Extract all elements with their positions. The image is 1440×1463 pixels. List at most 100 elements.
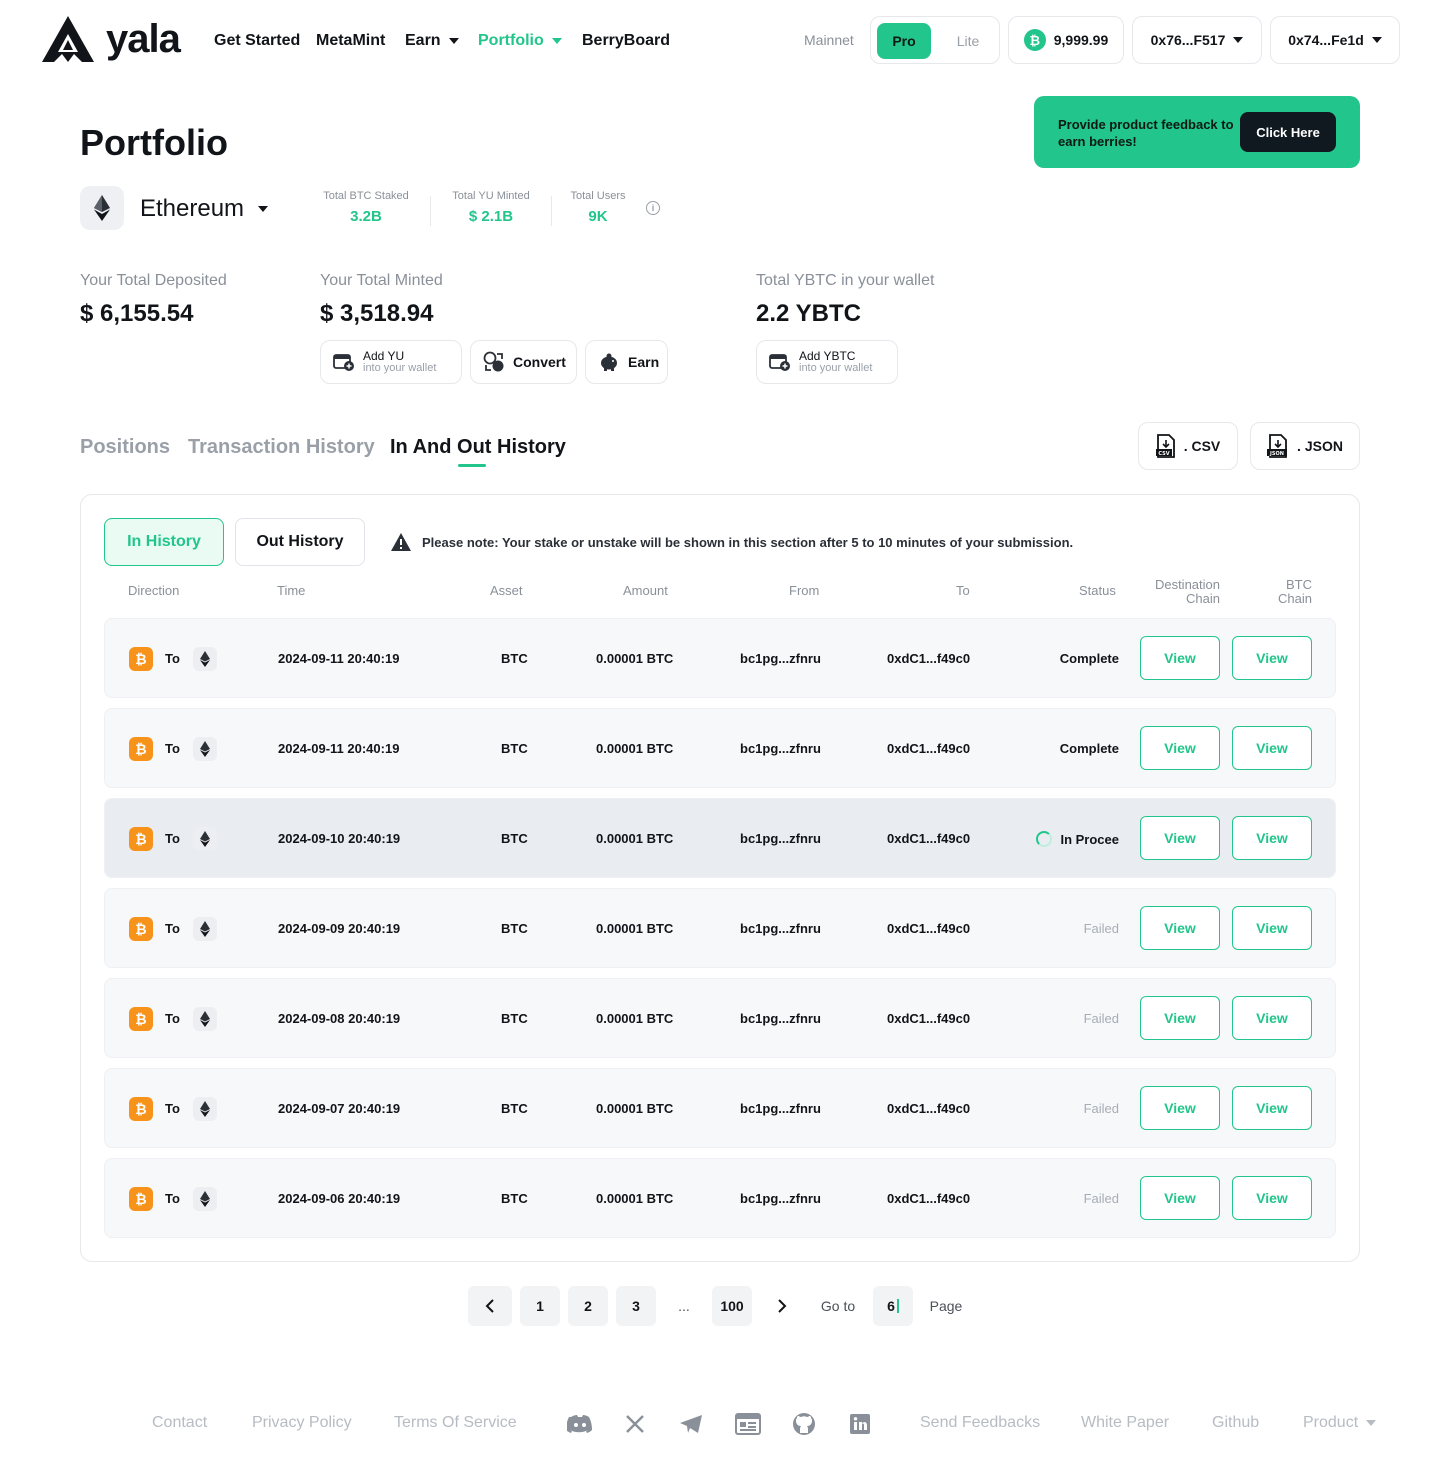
btc-balance[interactable]: ₿ 9,999.99: [1008, 16, 1124, 64]
github-icon[interactable]: [791, 1411, 817, 1437]
stake-notice: Please note: Your stake or unstake will …: [390, 532, 1073, 552]
brand-name: yala: [106, 16, 181, 61]
prev-page-button[interactable]: [468, 1286, 512, 1326]
tab-positions[interactable]: Positions: [80, 436, 170, 459]
chevron-left-icon: [485, 1299, 494, 1313]
direction-cell: To: [165, 1011, 180, 1026]
convert-button[interactable]: Convert: [470, 340, 577, 384]
to-cell: 0xdC1...f49c0: [887, 651, 971, 666]
btc-chain-view-button[interactable]: View: [1232, 726, 1312, 770]
to-cell: 0xdC1...f49c0: [887, 1101, 971, 1116]
page-button[interactable]: 1: [520, 1286, 560, 1326]
add-ybtc-button[interactable]: Add YBTC into your wallet: [756, 340, 898, 384]
table-row: ₿ To 2024-09-10 20:40:19 BTC 0.00001 BTC bc1p…: [104, 798, 1336, 878]
chevron-down-icon: [448, 38, 459, 44]
btc-wallet-dropdown[interactable]: 0x76...F517: [1132, 16, 1262, 64]
column-from: From: [789, 583, 820, 598]
feedback-banner: Provide product feedback to earn berries…: [1034, 96, 1360, 168]
next-page-button[interactable]: [762, 1286, 802, 1326]
btc-chain-view-button[interactable]: View: [1232, 906, 1312, 950]
destination-chain-view-button[interactable]: View: [1140, 1086, 1220, 1130]
nav-earn[interactable]: Earn: [405, 30, 459, 52]
yala-logo[interactable]: yala: [40, 14, 181, 64]
btc-chain-view-button[interactable]: View: [1232, 996, 1312, 1040]
amount-cell: 0.00001 BTC: [596, 1011, 674, 1026]
ethereum-icon: [193, 647, 217, 671]
stat-value: 3.2B: [350, 208, 382, 225]
status-cell: Failed: [1084, 1101, 1119, 1116]
btc-chain-view-button[interactable]: View: [1232, 1086, 1312, 1130]
nav-label: Get Started: [214, 32, 301, 49]
page-button[interactable]: 3: [616, 1286, 656, 1326]
linkedin-icon[interactable]: [847, 1411, 873, 1437]
to-cell: 0xdC1...f49c0: [887, 921, 971, 936]
table-row: ₿ To 2024-09-11 20:40:19 BTC 0.00001 BTC bc1p…: [104, 708, 1336, 788]
from-cell: bc1pg...zfnru: [740, 1011, 821, 1026]
destination-chain-view-button[interactable]: View: [1140, 636, 1220, 680]
news-icon[interactable]: [735, 1411, 761, 1437]
to-cell: 0xdC1...f49c0: [887, 831, 971, 846]
footer-send-feedbacks-link[interactable]: Send Feedbacks: [920, 1414, 1040, 1432]
eth-wallet-address: 0x74...Fe1d: [1288, 32, 1364, 48]
btc-chain-view-button[interactable]: View: [1232, 636, 1312, 680]
btc-chain-view-button[interactable]: View: [1232, 1176, 1312, 1220]
mode-lite-button[interactable]: Lite: [941, 23, 995, 59]
column-direction: Direction: [128, 583, 180, 598]
to-cell: 0xdC1...f49c0: [887, 741, 971, 756]
footer-github-link[interactable]: Github: [1212, 1414, 1259, 1432]
goto-page-input[interactable]: 6: [873, 1286, 913, 1326]
add-yu-title: Add YU: [363, 349, 405, 363]
mountain-logo-icon: [42, 16, 94, 62]
destination-chain-view-button[interactable]: View: [1140, 996, 1220, 1040]
stat-label: Total YU Minted: [452, 190, 530, 202]
time-cell: 2024-09-10 20:40:19: [278, 831, 401, 846]
nav-get-started[interactable]: Get Started: [214, 30, 300, 52]
direction-cell: To: [165, 651, 180, 666]
amount-cell: 0.00001 BTC: [596, 741, 674, 756]
export-json-button[interactable]: JSON . JSON: [1250, 422, 1360, 470]
page-button[interactable]: 100: [712, 1286, 752, 1326]
tab-in-and-out-history[interactable]: In And Out History: [390, 436, 566, 459]
footer-product-dropdown[interactable]: Product: [1303, 1414, 1377, 1432]
out-history-tab[interactable]: Out History: [235, 518, 365, 566]
column-label: Chain: [1186, 591, 1220, 606]
tab-transaction-history[interactable]: Transaction History: [188, 436, 375, 459]
total-ybtc-label: Total YBTC in your wallet: [756, 272, 935, 289]
asset-cell: BTC: [501, 1101, 528, 1116]
footer-privacy-link[interactable]: Privacy Policy: [252, 1414, 352, 1432]
feedback-click-here-button[interactable]: Click Here: [1240, 112, 1336, 152]
in-history-tab[interactable]: In History: [104, 518, 224, 566]
info-icon[interactable]: i: [646, 201, 660, 215]
destination-chain-view-button[interactable]: View: [1140, 816, 1220, 860]
amount-cell: 0.00001 BTC: [596, 651, 674, 666]
column-status: Status: [1079, 583, 1116, 598]
destination-chain-view-button[interactable]: View: [1140, 726, 1220, 770]
goto-label: Go to: [820, 1298, 856, 1314]
footer-white-paper-link[interactable]: White Paper: [1081, 1414, 1169, 1432]
x-icon[interactable]: [622, 1411, 648, 1437]
earn-button[interactable]: Earn: [585, 340, 668, 384]
chevron-down-icon: [1233, 37, 1244, 43]
status-cell: Failed: [1084, 1191, 1119, 1206]
export-csv-button[interactable]: CSV . CSV: [1138, 422, 1238, 470]
add-yu-button[interactable]: Add YU into your wallet: [320, 340, 462, 384]
destination-chain-view-button[interactable]: View: [1140, 1176, 1220, 1220]
nav-metamint[interactable]: MetaMint: [316, 30, 385, 52]
telegram-icon[interactable]: [678, 1411, 704, 1437]
footer-terms-link[interactable]: Terms Of Service: [394, 1414, 517, 1432]
btc-chain-view-button[interactable]: View: [1232, 816, 1312, 860]
time-cell: 2024-09-11 20:40:19: [278, 741, 400, 756]
chain-selector[interactable]: Ethereum: [140, 195, 269, 223]
discord-icon[interactable]: [567, 1411, 593, 1437]
bitcoin-icon: ₿: [129, 827, 153, 851]
footer-contact-link[interactable]: Contact: [152, 1414, 207, 1432]
nav-berryboard[interactable]: BerryBoard: [582, 30, 670, 52]
page-button[interactable]: 2: [568, 1286, 608, 1326]
nav-portfolio[interactable]: Portfolio: [478, 30, 562, 52]
destination-chain-view-button[interactable]: View: [1140, 906, 1220, 950]
eth-wallet-dropdown[interactable]: 0x74...Fe1d: [1270, 16, 1400, 64]
earn-label: Earn: [628, 354, 660, 370]
mode-pro-button[interactable]: Pro: [877, 23, 931, 59]
column-destination-chain: Destination Chain: [1140, 578, 1220, 606]
loading-spinner-icon: [1036, 831, 1053, 847]
